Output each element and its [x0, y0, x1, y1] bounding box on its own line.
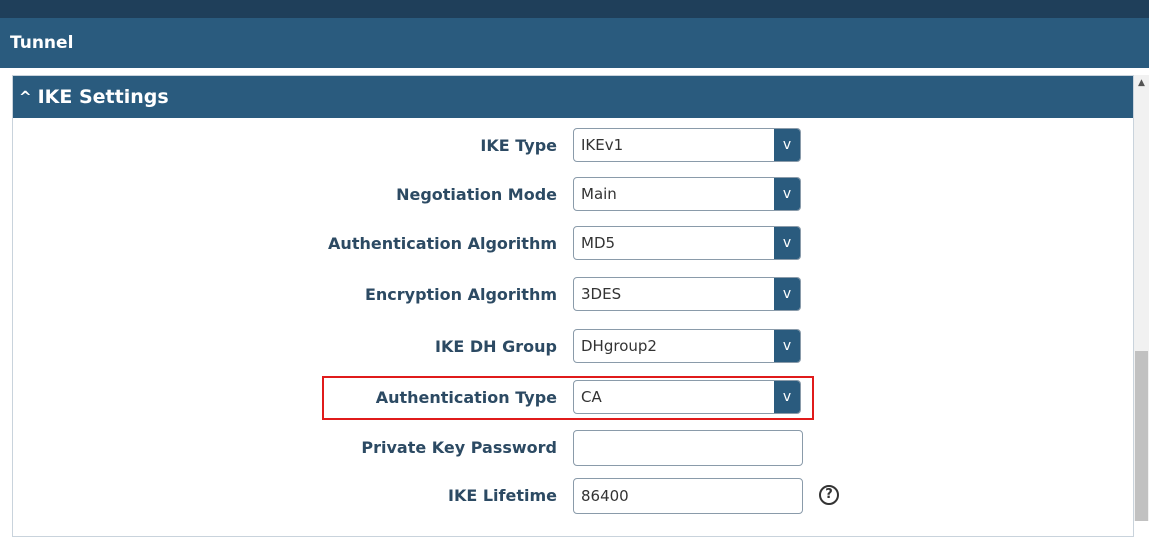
authentication-type-select[interactable]: CA v — [573, 380, 801, 414]
field-row-encryption-algorithm: Encryption Algorithm 3DES v — [13, 275, 1133, 315]
ike-type-select[interactable]: IKEv1 v — [573, 128, 801, 162]
ike-dh-group-label: IKE DH Group — [435, 337, 557, 356]
chevron-up-icon[interactable]: ^ — [19, 88, 32, 106]
dropdown-arrow-icon[interactable]: v — [774, 330, 800, 362]
ike-lifetime-input[interactable]: 86400 — [573, 478, 803, 514]
dropdown-arrow-icon[interactable]: v — [774, 227, 800, 259]
field-row-ike-dh-group: IKE DH Group DHgroup2 v — [13, 327, 1133, 367]
authentication-type-value: CA — [581, 388, 602, 406]
ike-dh-group-select[interactable]: DHgroup2 v — [573, 329, 801, 363]
private-key-password-label: Private Key Password — [361, 438, 557, 457]
authentication-algorithm-select[interactable]: MD5 v — [573, 226, 801, 260]
ike-settings-title: IKE Settings — [37, 86, 169, 108]
scroll-up-arrow-icon[interactable]: ▲ — [1134, 75, 1149, 91]
ike-settings-header[interactable]: ^ IKE Settings — [13, 76, 1133, 118]
negotiation-mode-label: Negotiation Mode — [396, 185, 557, 204]
field-row-authentication-type: Authentication Type CA v — [13, 378, 1133, 418]
dropdown-arrow-icon[interactable]: v — [774, 278, 800, 310]
ike-settings-panel: ^ IKE Settings IKE Type IKEv1 v Negotiat… — [12, 75, 1134, 537]
vertical-scrollbar[interactable]: ▲ — [1134, 75, 1149, 521]
ike-lifetime-label: IKE Lifetime — [448, 486, 557, 505]
scrollbar-thumb[interactable] — [1135, 351, 1148, 521]
authentication-algorithm-value: MD5 — [581, 234, 616, 252]
dropdown-arrow-icon[interactable]: v — [774, 129, 800, 161]
tunnel-title: Tunnel — [10, 33, 74, 53]
field-row-ike-type: IKE Type IKEv1 v — [13, 126, 1133, 166]
encryption-algorithm-select[interactable]: 3DES v — [573, 277, 801, 311]
negotiation-mode-select[interactable]: Main v — [573, 177, 801, 211]
ike-type-value: IKEv1 — [581, 136, 624, 154]
tunnel-title-bar: Tunnel — [0, 18, 1149, 68]
field-row-negotiation-mode: Negotiation Mode Main v — [13, 175, 1133, 215]
authentication-algorithm-label: Authentication Algorithm — [328, 234, 557, 253]
field-row-authentication-algorithm: Authentication Algorithm MD5 v — [13, 224, 1133, 264]
dropdown-arrow-icon[interactable]: v — [774, 381, 800, 413]
ike-dh-group-value: DHgroup2 — [581, 337, 657, 355]
encryption-algorithm-label: Encryption Algorithm — [364, 285, 557, 304]
field-row-private-key-password: Private Key Password — [13, 428, 1133, 468]
negotiation-mode-value: Main — [581, 185, 617, 203]
help-circle-icon[interactable]: ? — [819, 485, 839, 505]
encryption-algorithm-value: 3DES — [581, 285, 622, 303]
dropdown-arrow-icon[interactable]: v — [774, 178, 800, 210]
private-key-password-input[interactable] — [573, 430, 803, 466]
field-row-ike-lifetime: IKE Lifetime 86400 ? — [13, 476, 1133, 516]
authentication-type-label: Authentication Type — [375, 388, 557, 407]
ike-type-label: IKE Type — [480, 136, 557, 155]
